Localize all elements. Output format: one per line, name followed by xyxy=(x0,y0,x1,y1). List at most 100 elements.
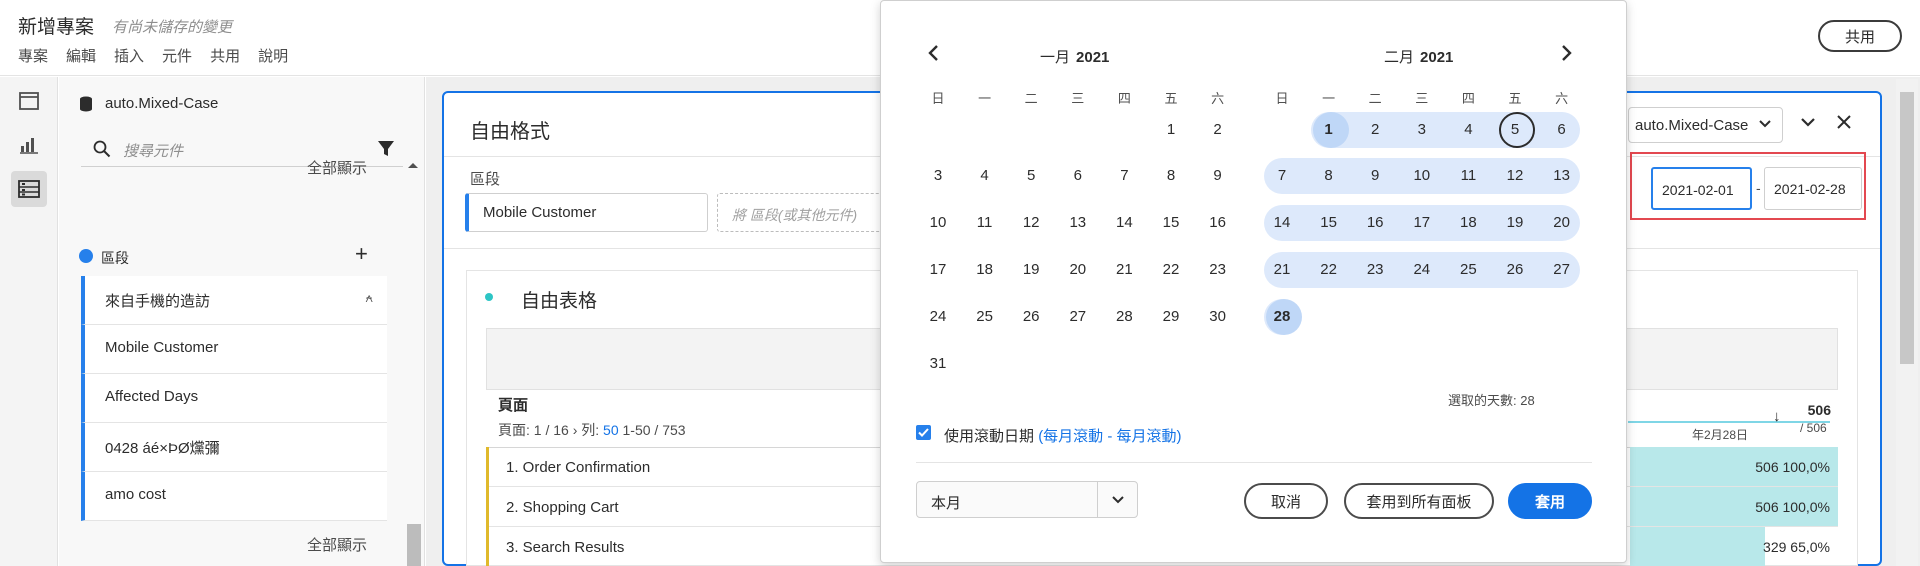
sort-down-icon[interactable]: ↓ xyxy=(1773,408,1781,425)
calendar-day[interactable]: 8 xyxy=(1306,158,1352,194)
menu-project[interactable]: 專案 xyxy=(18,45,48,66)
calendar-day[interactable]: 5 xyxy=(1008,158,1054,194)
calendar-day[interactable]: 8 xyxy=(1148,158,1194,194)
project-title[interactable]: 新增專案 xyxy=(18,12,94,39)
calendar-day[interactable]: 14 xyxy=(1101,205,1147,241)
calendar-day[interactable]: 7 xyxy=(1101,158,1147,194)
collapse-panel-icon[interactable] xyxy=(1800,114,1816,130)
chevron-left-icon[interactable] xyxy=(926,44,942,62)
calendar-day[interactable]: 17 xyxy=(915,252,961,288)
calendar-day[interactable]: 12 xyxy=(1492,158,1538,194)
calendar-day[interactable]: 10 xyxy=(915,205,961,241)
calendar-day[interactable]: 21 xyxy=(1101,252,1147,288)
calendar-day[interactable]: 22 xyxy=(1306,252,1352,288)
calendar-day[interactable]: 18 xyxy=(1445,205,1491,241)
date-preset-dropdown-button[interactable] xyxy=(1097,482,1137,517)
calendar-day[interactable]: 12 xyxy=(1008,205,1054,241)
calendar-day[interactable]: 15 xyxy=(1148,205,1194,241)
rolling-dates-label[interactable]: 使用滾動日期 xyxy=(944,428,1034,445)
calendar-day[interactable]: 10 xyxy=(1399,158,1445,194)
pager-next-icon[interactable]: › xyxy=(573,422,582,438)
segments-section-title[interactable]: 區段 xyxy=(101,248,129,268)
date-preset-select[interactable]: 本月 xyxy=(916,481,1138,518)
calendar-day[interactable]: 3 xyxy=(1399,112,1445,148)
left-panel-scrollbar[interactable] xyxy=(407,524,421,566)
calendar-day[interactable]: 23 xyxy=(1352,252,1398,288)
calendar-day[interactable]: 28 xyxy=(1101,299,1147,335)
calendar-day[interactable]: 1 xyxy=(1148,112,1194,148)
calendar-day[interactable]: 3 xyxy=(915,158,961,194)
calendar-day[interactable]: 20 xyxy=(1539,205,1585,241)
date-end-input[interactable]: 2021-02-28 xyxy=(1764,167,1862,210)
chevron-right-icon[interactable] xyxy=(1558,44,1574,62)
calendar-day[interactable]: 31 xyxy=(915,346,961,382)
calendar-day[interactable]: 4 xyxy=(1445,112,1491,148)
panels-rail-button[interactable] xyxy=(11,83,47,119)
menu-edit[interactable]: 編輯 xyxy=(66,45,96,66)
calendar-day[interactable]: 27 xyxy=(1055,299,1101,335)
close-icon[interactable] xyxy=(1836,114,1852,130)
calendar-day[interactable]: 22 xyxy=(1148,252,1194,288)
menu-help[interactable]: 說明 xyxy=(258,45,288,66)
menu-share[interactable]: 共用 xyxy=(210,45,240,66)
calendar-day[interactable]: 24 xyxy=(1399,252,1445,288)
list-item[interactable]: 來自手機的造訪 ⍲ xyxy=(81,276,387,325)
calendar-day[interactable]: 11 xyxy=(1445,158,1491,194)
calendar-day[interactable]: 30 xyxy=(1195,299,1241,335)
list-item[interactable]: Mobile Customer xyxy=(81,325,387,374)
menu-insert[interactable]: 插入 xyxy=(114,45,144,66)
filter-icon[interactable] xyxy=(377,140,395,158)
show-all-link[interactable]: 全部顯示 xyxy=(307,157,367,178)
show-all-link-bottom[interactable]: 全部顯示 xyxy=(307,534,367,555)
visualizations-rail-button[interactable] xyxy=(11,127,47,163)
calendar-day[interactable]: 4 xyxy=(962,158,1008,194)
calendar-day[interactable]: 14 xyxy=(1259,205,1305,241)
calendar-day[interactable]: 26 xyxy=(1492,252,1538,288)
calendar-day[interactable]: 6 xyxy=(1539,112,1585,148)
rolling-dates-checkbox[interactable] xyxy=(916,425,931,440)
list-item[interactable]: Affected Days xyxy=(81,374,387,423)
components-rail-button[interactable] xyxy=(11,171,47,207)
calendar-day[interactable]: 19 xyxy=(1492,205,1538,241)
calendar-day[interactable]: 6 xyxy=(1055,158,1101,194)
calendar-day[interactable]: 25 xyxy=(962,299,1008,335)
calendar-day[interactable]: 5 xyxy=(1492,112,1538,148)
calendar-day[interactable]: 21 xyxy=(1259,252,1305,288)
calendar-day[interactable]: 28 xyxy=(1259,299,1305,335)
cancel-button[interactable]: 取消 xyxy=(1244,483,1328,519)
calendar-day[interactable]: 23 xyxy=(1195,252,1241,288)
calendar-day[interactable]: 1 xyxy=(1306,112,1352,148)
apply-to-all-panels-button[interactable]: 套用到所有面板 xyxy=(1344,483,1494,519)
menu-components[interactable]: 元件 xyxy=(162,45,192,66)
report-suite-select[interactable]: auto.Mixed-Case xyxy=(1628,107,1783,143)
calendar-day[interactable]: 11 xyxy=(962,205,1008,241)
apply-button[interactable]: 套用 xyxy=(1508,483,1592,519)
calendar-day[interactable]: 20 xyxy=(1055,252,1101,288)
calendar-day[interactable]: 19 xyxy=(1008,252,1054,288)
calendar-day[interactable]: 17 xyxy=(1399,205,1445,241)
calendar-day[interactable]: 7 xyxy=(1259,158,1305,194)
calendar-day[interactable]: 18 xyxy=(962,252,1008,288)
calendar-day[interactable]: 16 xyxy=(1352,205,1398,241)
calendar-day[interactable]: 26 xyxy=(1008,299,1054,335)
add-segment-icon[interactable]: + xyxy=(355,241,368,267)
list-item[interactable]: amo cost xyxy=(81,472,387,521)
list-item[interactable]: 0428 áé×ÞØ爣彌 xyxy=(81,423,387,472)
share-button[interactable]: 共用 xyxy=(1818,20,1902,52)
dimension-header[interactable]: 頁面 xyxy=(498,394,528,415)
segment-chip[interactable]: Mobile Customer xyxy=(465,193,708,232)
calendar-day[interactable]: 13 xyxy=(1055,205,1101,241)
calendar-day[interactable]: 2 xyxy=(1195,112,1241,148)
calendar-day[interactable]: 24 xyxy=(915,299,961,335)
calendar-day[interactable]: 2 xyxy=(1352,112,1398,148)
date-start-input[interactable]: 2021-02-01 xyxy=(1651,167,1752,210)
panel-title[interactable]: 自由格式 xyxy=(470,115,550,144)
calendar-day[interactable]: 9 xyxy=(1195,158,1241,194)
calendar-day[interactable]: 15 xyxy=(1306,205,1352,241)
data-source-label[interactable]: auto.Mixed-Case xyxy=(105,95,218,112)
segment-dropzone[interactable]: 將 區段(或其他元件) xyxy=(717,193,897,232)
rolling-dates-detail[interactable]: (每月滾動 - 每月滾動) xyxy=(1038,428,1181,445)
calendar-day[interactable]: 29 xyxy=(1148,299,1194,335)
calendar-day[interactable]: 13 xyxy=(1539,158,1585,194)
calendar-day[interactable]: 16 xyxy=(1195,205,1241,241)
